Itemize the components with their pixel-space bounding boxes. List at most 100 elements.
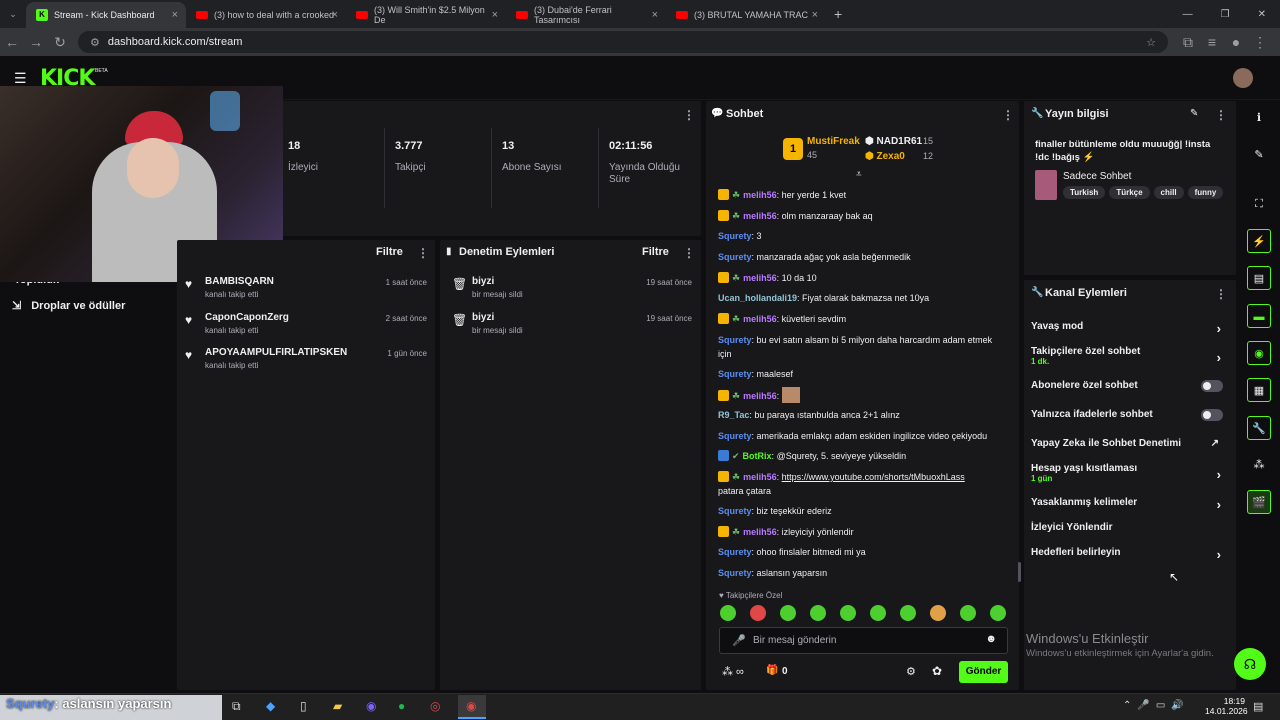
chrome-taskbar-button[interactable]: ◉ xyxy=(458,695,486,719)
activity-filter-button[interactable]: Filtre xyxy=(376,246,403,258)
emote-icon[interactable] xyxy=(870,605,886,621)
microphone-icon[interactable]: 🎤 xyxy=(732,634,746,647)
taskbar-clock[interactable]: 18:19 14.01.2026 xyxy=(1205,696,1248,716)
emote-icon[interactable] xyxy=(840,605,856,621)
chat-bubble-icon[interactable]: ▬ xyxy=(1247,304,1271,328)
action-banned-words[interactable]: Yasaklanmış kelimeler › xyxy=(1031,497,1231,512)
chat-link[interactable]: https://www.youtube.com/shorts/tMbuoxhLa… xyxy=(782,472,965,482)
maximize-icon[interactable]: ❐ xyxy=(1221,9,1230,20)
new-tab-button[interactable]: + xyxy=(834,6,842,22)
back-icon[interactable]: ← xyxy=(0,34,24,50)
chat-collapse-icon[interactable]: ⩡ xyxy=(856,169,862,180)
file-explorer-icon[interactable]: ▰ xyxy=(333,699,342,713)
emote-icon[interactable] xyxy=(810,605,826,621)
channel-actions-menu-icon[interactable]: ⋮ xyxy=(1215,287,1227,301)
tab-search-icon[interactable]: ⌄ xyxy=(0,9,26,20)
action-slow-mode[interactable]: Yavaş mod › xyxy=(1031,321,1231,336)
task-view-icon[interactable]: ⧉ xyxy=(232,699,241,714)
reload-icon[interactable]: ↻ xyxy=(48,34,72,51)
document-icon[interactable]: ▤ xyxy=(1247,266,1271,290)
top-chatter-2[interactable]: ⬢ NAD1R61 xyxy=(865,136,922,147)
action-raid[interactable]: İzleyici Yönlendir xyxy=(1031,522,1231,533)
broadcast-icon[interactable]: ◉ xyxy=(1247,341,1271,365)
action-ai-moderation[interactable]: Yapay Zeka ile Sohbet Denetimi ↗ xyxy=(1031,438,1231,449)
close-icon[interactable]: × xyxy=(652,9,658,21)
fullscreen-icon[interactable]: ⛶ xyxy=(1247,192,1271,216)
chat-menu-icon[interactable]: ⋮ xyxy=(1002,108,1014,122)
close-window-icon[interactable]: ✕ xyxy=(1258,9,1266,20)
action-subscribers-only[interactable]: Abonelere özel sohbet xyxy=(1031,380,1231,392)
tag[interactable]: funny xyxy=(1187,186,1224,199)
wrench-icon[interactable]: 🔧 xyxy=(1247,416,1271,440)
obs-icon[interactable]: ◎ xyxy=(430,699,440,713)
emote-icon[interactable] xyxy=(960,605,976,621)
bolt-icon[interactable]: ⚡ xyxy=(1247,229,1271,253)
mod-tools-icon[interactable]: ✿ xyxy=(932,664,942,678)
minimize-icon[interactable]: — xyxy=(1183,9,1193,20)
hamburger-menu-icon[interactable]: ☰ xyxy=(14,70,27,87)
emote-icon[interactable] xyxy=(780,605,796,621)
copilot-icon[interactable]: ◆ xyxy=(266,699,275,713)
emote-icon[interactable] xyxy=(990,605,1006,621)
send-button[interactable]: Gönder xyxy=(959,661,1008,683)
tag[interactable]: Türkçe xyxy=(1109,186,1150,199)
close-icon[interactable]: × xyxy=(812,9,818,21)
tab-youtube-3[interactable]: (3) Dubai'de Ferrari Tasarımcısı × xyxy=(506,2,666,28)
emote-icon[interactable] xyxy=(930,605,946,621)
stream-info-menu-icon[interactable]: ⋮ xyxy=(1215,108,1227,122)
settings-gear-icon[interactable]: ⚙ xyxy=(906,665,916,678)
avatar[interactable] xyxy=(1233,68,1253,88)
tag[interactable]: Turkish xyxy=(1063,186,1106,199)
action-account-age[interactable]: Hesap yaşı kısıtlaması 1 gün › xyxy=(1031,463,1231,483)
emote-icon[interactable] xyxy=(750,605,766,621)
media-icon[interactable]: ≡ xyxy=(1200,34,1224,50)
edit-icon[interactable]: ✎ xyxy=(1247,143,1271,167)
close-icon[interactable]: × xyxy=(172,9,178,21)
chat-scrollbar[interactable] xyxy=(1018,562,1021,582)
tab-youtube-2[interactable]: (3) Will Smith'in $2.5 Milyon De × xyxy=(346,2,506,28)
stats-menu-icon[interactable]: ⋮ xyxy=(683,108,695,122)
address-bar[interactable]: ⚙ dashboard.kick.com/stream ☆ xyxy=(78,31,1168,53)
emote-icon[interactable] xyxy=(720,605,736,621)
moderation-filter-button[interactable]: Filtre xyxy=(642,246,669,258)
extensions-icon[interactable]: ⧉ xyxy=(1176,34,1200,51)
bookmark-star-icon[interactable]: ☆ xyxy=(1146,36,1156,49)
moderation-menu-icon[interactable]: ⋮ xyxy=(683,246,695,260)
category-name[interactable]: Sadece Sohbet xyxy=(1063,171,1131,182)
menu-icon[interactable]: ⋮ xyxy=(1248,34,1272,51)
tab-youtube-1[interactable]: (3) how to deal with a crooked × xyxy=(186,2,346,28)
close-icon[interactable]: × xyxy=(492,9,498,21)
activity-menu-icon[interactable]: ⋮ xyxy=(417,246,429,260)
clapperboard-icon[interactable]: 🎬 xyxy=(1247,490,1271,514)
close-icon[interactable]: × xyxy=(332,9,338,21)
action-followers-only[interactable]: Takipçilere özel sohbet 1 dk. › xyxy=(1031,346,1231,366)
action-emote-only[interactable]: Yalnızca ifadelerle sohbet xyxy=(1031,409,1231,421)
emote-icon[interactable] xyxy=(900,605,916,621)
profile-icon[interactable]: ● xyxy=(1224,34,1248,50)
points-icon[interactable]: ⁂ xyxy=(1247,453,1271,477)
top-chatter-1[interactable]: MustiFreak xyxy=(807,136,860,147)
file-icon[interactable]: ▯ xyxy=(300,699,307,713)
toggle-switch[interactable] xyxy=(1201,409,1223,421)
sidebar-item-drops[interactable]: ⇲ Droplar ve ödüller xyxy=(12,299,125,313)
emoji-icon[interactable]: ☻ xyxy=(985,633,997,645)
notification-icon[interactable]: ▤ xyxy=(1253,700,1263,713)
rewards-icon[interactable]: 🎁 xyxy=(766,665,778,676)
toggle-switch[interactable] xyxy=(1201,380,1223,392)
forward-icon[interactable]: → xyxy=(24,34,48,50)
tag[interactable]: chill xyxy=(1153,186,1184,199)
system-tray-icons[interactable]: ⌃🎤▭🔊 xyxy=(1123,700,1190,711)
chat-input[interactable]: 🎤 Bir mesaj gönderin ☻ xyxy=(719,627,1008,654)
points-icon[interactable]: ⁂ ∞ xyxy=(722,665,744,678)
discord-icon[interactable]: ◉ xyxy=(366,699,376,713)
edit-icon[interactable]: ✎ xyxy=(1190,108,1198,119)
spotify-icon[interactable]: ● xyxy=(398,699,405,713)
tab-kick-dashboard[interactable]: K Stream - Kick Dashboard × xyxy=(26,2,186,28)
tab-youtube-4[interactable]: (3) BRUTAL YAMAHA TRAC × xyxy=(666,2,826,28)
action-set-goals[interactable]: Hedefleri belirleyin › xyxy=(1031,547,1231,562)
top-chatter-3[interactable]: ⬢ Zexa0 xyxy=(865,151,905,162)
layout-icon[interactable]: ▦ xyxy=(1247,378,1271,402)
info-icon[interactable]: ℹ xyxy=(1247,106,1271,130)
site-info-icon[interactable]: ⚙ xyxy=(90,36,100,49)
support-headset-icon[interactable]: ☊ xyxy=(1234,648,1266,680)
